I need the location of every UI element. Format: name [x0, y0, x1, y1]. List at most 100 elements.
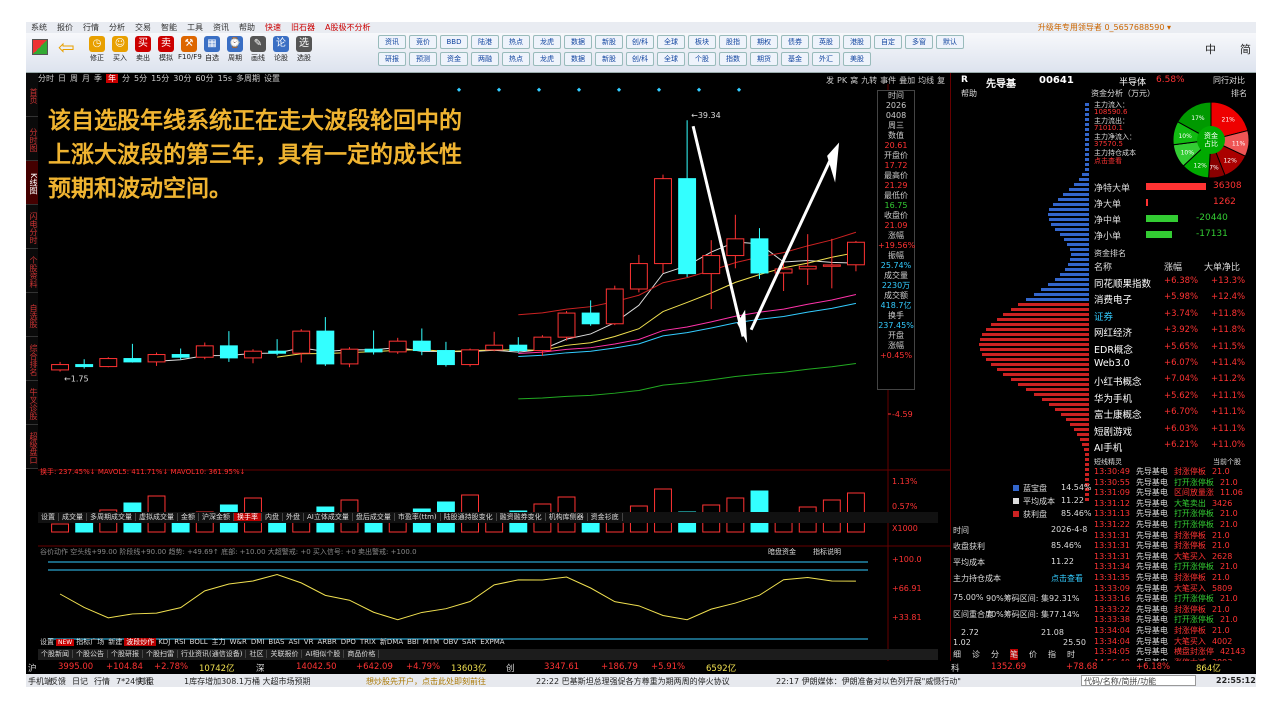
menu-item[interactable]: 快速 [265, 23, 281, 32]
indicator-tab[interactable]: ASI [287, 638, 302, 646]
menu-item[interactable]: 行情 [83, 23, 99, 32]
menu-item[interactable]: 帮助 [239, 23, 255, 32]
lang-control[interactable]: 中 [1205, 41, 1216, 57]
indicator-tab[interactable]: OBV [441, 638, 460, 646]
quick-button[interactable]: BBD [440, 35, 468, 49]
quick-button[interactable]: 创/科 [626, 35, 654, 49]
quick-button[interactable]: 期货 [750, 52, 778, 66]
menu-item[interactable]: 智能 [161, 23, 177, 32]
news-item[interactable]: 22:22 巴基斯坦总理强促各方尊重为期两周的停火协议 [536, 676, 730, 687]
toolbar-button[interactable]: 选选股 [293, 35, 315, 71]
volume-tab[interactable]: 金额 [178, 513, 199, 521]
quick-button[interactable]: 期权 [750, 35, 778, 49]
quick-button[interactable]: 美股 [843, 52, 871, 66]
quick-button[interactable]: 全球 [657, 35, 685, 49]
quick-button[interactable]: 自定 [874, 35, 902, 49]
indicator-tab[interactable]: KDJ [156, 638, 172, 646]
info-tab[interactable]: 个股研报 [108, 650, 143, 658]
quick-button[interactable]: 龙虎 [533, 35, 561, 49]
news-item[interactable]: 22:17 伊朗媒体：伊朗准备对以色列开展"威慑行动" [776, 676, 961, 687]
volume-tab[interactable]: 外盘 [283, 513, 304, 521]
news-tool[interactable]: 反馈 [50, 676, 66, 687]
menu-item[interactable]: 资讯 [213, 23, 229, 32]
volume-tab[interactable]: 沪深金额 [199, 513, 234, 521]
volume-tab[interactable]: 换手率 [234, 513, 262, 521]
indicator-tab[interactable]: 指标广场 [74, 638, 106, 646]
volume-tab[interactable]: 多周期成交量 [87, 513, 136, 521]
quick-button[interactable]: 研报 [378, 52, 406, 66]
indicator-tab[interactable]: TRIX [358, 638, 378, 646]
quick-button[interactable]: 陆港 [471, 35, 499, 49]
toolbar-button[interactable]: 论论股 [270, 35, 292, 71]
indicator-tab[interactable]: 新DMA [378, 638, 405, 646]
menu-item[interactable]: 工具 [187, 23, 203, 32]
toolbar-button[interactable]: 卖模拟 [155, 35, 177, 71]
quick-button[interactable]: 股指 [719, 35, 747, 49]
volume-tab[interactable]: 盘后成交量 [352, 513, 395, 521]
quick-button[interactable]: 资讯 [378, 35, 406, 49]
quick-button[interactable]: 创/科 [626, 52, 654, 66]
period-tab[interactable]: 日 [58, 74, 66, 83]
info-tabs[interactable]: 个股新闻 个股公告 个股研报 个股扫雷 行业资讯(通信设备) 社区 关联报价 AI相似个股 商品… [38, 649, 938, 660]
info-tab[interactable]: 个股新闻 [38, 650, 73, 658]
side-tab[interactable]: 综合排名 [26, 337, 38, 381]
indicator-tabs[interactable]: 设置 NEW 指标广场 新建 波段炒作 KDJ RSI BOLL 主力 W&R DMI BIAS ASI… [38, 637, 938, 648]
toolbar-button[interactable]: ▦ 自选 [201, 35, 223, 71]
indicator-tab[interactable]: BIAS [266, 638, 286, 646]
toolbar-button[interactable]: ☺ 买入 [109, 35, 131, 71]
period-tab[interactable]: 60分 [195, 74, 213, 83]
toolbar-button[interactable]: ◷ 修正 [86, 35, 108, 71]
info-tab[interactable]: AI相似个股 [302, 650, 345, 658]
volume-tab[interactable]: 融资融券变化 [496, 513, 546, 521]
indicator-tab[interactable]: RSI [172, 638, 187, 646]
toolbar-button[interactable]: ⌚ 周期 [224, 35, 246, 71]
toolbar-button[interactable]: 买卖出 [132, 35, 154, 71]
menu-item[interactable]: 系统 [31, 23, 47, 32]
volume-tab[interactable]: 陆股通持股变化 [440, 513, 497, 521]
period-tab[interactable]: 多周期 [236, 74, 260, 83]
period-tab[interactable]: 设置 [264, 74, 280, 83]
period-tab[interactable]: 30分 [173, 74, 191, 83]
quick-button[interactable]: 数据 [564, 52, 592, 66]
volume-tab[interactable]: AI立体成交量 [304, 513, 353, 521]
quick-button[interactable]: 资金 [440, 52, 468, 66]
quick-button[interactable]: 指数 [719, 52, 747, 66]
period-tab[interactable]: 分 [122, 74, 130, 83]
lang-control[interactable]: 简 [1240, 41, 1251, 57]
quick-button[interactable]: 新股 [595, 35, 623, 49]
side-tab[interactable]: 分时图 [26, 117, 38, 161]
news-tool[interactable]: 盯盘 [138, 676, 154, 687]
volume-tab[interactable]: 机构库侧器 [545, 513, 588, 521]
period-tab[interactable]: 年 [106, 74, 118, 83]
indicator-tab[interactable]: 新建 [106, 638, 124, 646]
volume-tab[interactable]: 市盈率(ttm) [394, 513, 441, 521]
period-tab[interactable]: 周 [70, 74, 78, 83]
quick-button[interactable]: 预测 [409, 52, 437, 66]
info-tab[interactable]: 社区 [246, 650, 268, 658]
info-tab[interactable]: 个股扫雷 [143, 650, 178, 658]
quick-button[interactable]: 默认 [936, 35, 964, 49]
side-tab[interactable]: K线图 [26, 161, 38, 205]
period-tab[interactable]: 分时 [38, 74, 54, 83]
menu-item[interactable]: 报价 [57, 23, 73, 32]
indicator-tab[interactable]: DMI [249, 638, 267, 646]
news-tool[interactable]: 行情 [94, 676, 110, 687]
indicator-tab[interactable]: DPO [339, 638, 358, 646]
volume-tab[interactable]: 资金衫底 [587, 513, 623, 521]
side-tab[interactable]: 超级盘口 [26, 425, 38, 469]
period-tab[interactable]: 5分 [134, 74, 147, 83]
indicator-tab[interactable]: 设置 [38, 638, 56, 646]
quick-button[interactable]: 外汇 [812, 52, 840, 66]
quick-button[interactable]: 全球 [657, 52, 685, 66]
quick-button[interactable]: 竞价 [409, 35, 437, 49]
toolbar-button[interactable]: ⚒ F10/F9 [178, 35, 202, 71]
quick-button[interactable]: 热点 [502, 35, 530, 49]
quick-button[interactable]: 个股 [688, 52, 716, 66]
quick-button[interactable]: 龙虎 [533, 52, 561, 66]
back-icon[interactable]: ⇦ [58, 35, 75, 59]
menu-item[interactable]: 分析 [109, 23, 125, 32]
menu-item[interactable]: 旧石器 [291, 23, 315, 32]
indicator-tab[interactable]: SAR [460, 638, 478, 646]
indicator-tab[interactable]: VR [302, 638, 316, 646]
quick-button[interactable]: 两融 [471, 52, 499, 66]
